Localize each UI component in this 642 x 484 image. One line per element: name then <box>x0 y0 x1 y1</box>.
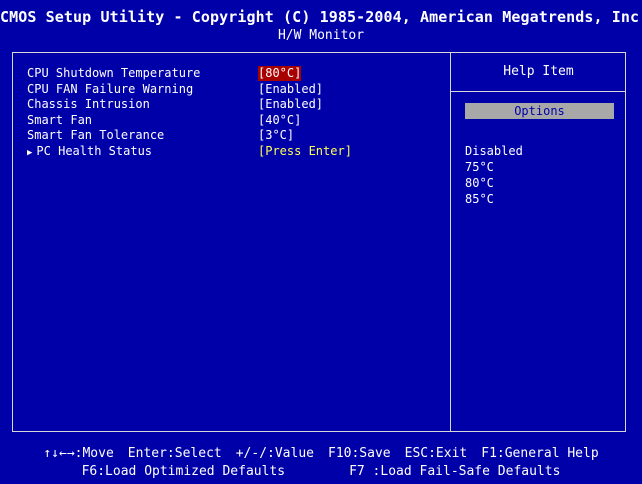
option-item: 85°C <box>465 192 494 206</box>
setting-label: CPU FAN Failure Warning <box>27 81 194 96</box>
setting-value[interactable]: [Enabled] <box>258 82 323 97</box>
window-title: CMOS Setup Utility - Copyright (C) 1985-… <box>0 8 642 26</box>
main-panel: CPU Shutdown Temperature [80°C] CPU FAN … <box>12 52 626 432</box>
key-hint-optimized-defaults: F6:Load Optimized Defaults <box>81 464 286 479</box>
setting-value[interactable]: [3°C] <box>258 128 294 143</box>
submenu-label: PC Health Status <box>36 143 153 158</box>
key-hint-move: ↑↓←→:Move <box>43 446 114 461</box>
setting-chassis-intrusion[interactable]: Chassis Intrusion [Enabled] <box>27 97 447 113</box>
setting-value[interactable]: [80°C] <box>258 66 302 81</box>
page-title: H/W Monitor <box>277 28 365 43</box>
key-help-footer: ↑↓←→:Move Enter:Select +/-/:Value F10:Save E… <box>0 440 642 484</box>
option-item: 80°C <box>465 176 494 190</box>
key-hint-select: Enter:Select <box>127 446 222 461</box>
submenu-pc-health-status[interactable]: ▶ PC Health Status [Press Enter] <box>27 144 447 160</box>
setting-label: Smart Fan <box>27 112 93 127</box>
key-hint-value: +/-/:Value <box>235 446 314 461</box>
setting-value[interactable]: [Enabled] <box>258 97 323 112</box>
help-title: Help Item <box>503 64 574 79</box>
key-hint-save: F10:Save <box>328 446 391 461</box>
key-hint-failsafe-defaults: F7 :Load Fail-Safe Defaults <box>349 464 561 479</box>
key-hint-exit: ESC:Exit <box>404 446 468 461</box>
setting-label: ▶ PC Health Status <box>27 144 152 161</box>
header: CMOS Setup Utility - Copyright (C) 1985-… <box>0 0 642 48</box>
setting-label: CPU Shutdown Temperature <box>27 66 201 80</box>
setting-cpu-fan-failure-warning[interactable]: CPU FAN Failure Warning [Enabled] <box>27 82 447 98</box>
key-help-line-1: ↑↓←→:Move Enter:Select +/-/:Value F10:Save E… <box>0 446 642 461</box>
option-item: 75°C <box>465 160 494 174</box>
key-hint-help: F1:General Help <box>481 446 599 461</box>
help-divider <box>451 91 626 92</box>
submenu-value[interactable]: [Press Enter] <box>258 144 352 159</box>
setting-value[interactable]: [40°C] <box>258 113 301 128</box>
setting-label: Chassis Intrusion <box>27 97 150 111</box>
setting-smart-fan[interactable]: Smart Fan [40°C] <box>27 113 447 129</box>
panel-divider <box>450 53 451 431</box>
option-item: Disabled <box>465 144 523 158</box>
settings-list: CPU Shutdown Temperature [80°C] CPU FAN … <box>27 66 447 159</box>
setting-label: Smart Fan Tolerance <box>27 128 165 142</box>
options-header: Options <box>465 103 614 119</box>
options-list: Disabled 75°C 80°C 85°C <box>465 143 523 207</box>
key-help-line-2: F6:Load Optimized Defaults F7 :Load Fail-… <box>0 464 642 479</box>
setting-smart-fan-tolerance[interactable]: Smart Fan Tolerance [3°C] <box>27 128 447 144</box>
setting-cpu-shutdown-temperature[interactable]: CPU Shutdown Temperature [80°C] <box>27 66 447 82</box>
right-triangle-icon: ▶ <box>27 147 33 158</box>
